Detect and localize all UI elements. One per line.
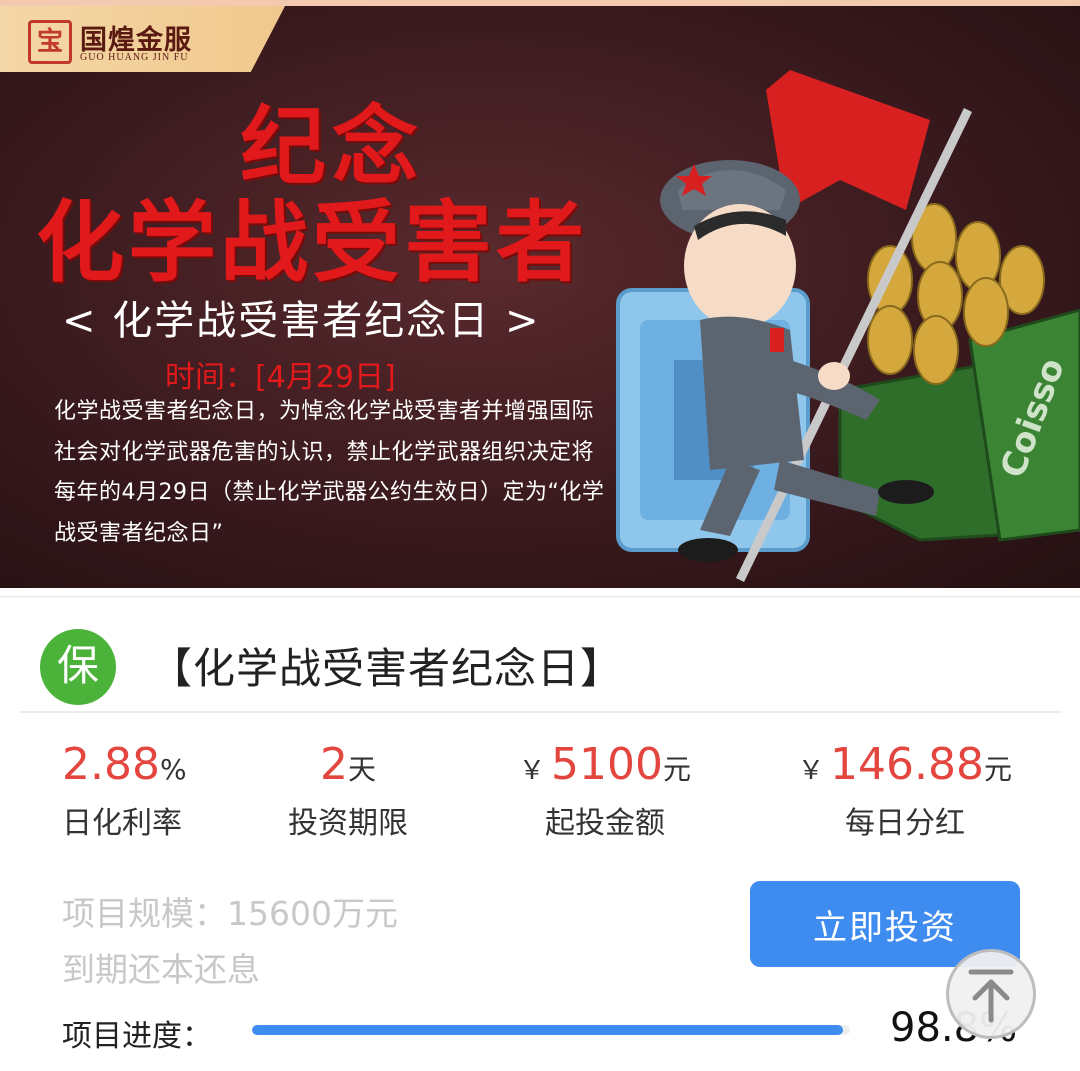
stat-daily-dividend: ￥ 146.88元 每日分红 — [790, 739, 1020, 842]
promo-banner[interactable]: 宝 国煌金服 GUO HUANG JIN FU 纪念 化学战受害者 < 化学战受… — [0, 0, 1080, 588]
stat-min-investment: ￥ 5100元 起投金额 — [510, 739, 700, 842]
stat-unit: 天 — [347, 753, 376, 786]
product-title: 【化学战受害者纪念日】 — [150, 644, 624, 693]
stat-value: 146.88 — [830, 739, 984, 790]
soldier-illustration: Coisso — [616, 70, 1080, 582]
guarantee-badge: 保 — [40, 629, 116, 705]
stat-term: 2天 投资期限 — [278, 739, 418, 842]
banner-description: 化学战受害者纪念日，为悼念化学战受害者并增强国际社会对化学武器危害的认识，禁止化… — [54, 399, 605, 546]
stat-value: 2.88 — [62, 739, 160, 790]
brand-logo: 宝 国煌金服 GUO HUANG JIN FU — [0, 6, 285, 72]
back-to-top-button[interactable] — [946, 949, 1036, 1039]
stat-label: 起投金额 — [545, 806, 665, 841]
stat-label: 投资期限 — [288, 806, 408, 841]
repayment-method: 到期还本还息 — [62, 950, 260, 989]
stat-daily-rate: 2.88% 日化利率 — [62, 739, 202, 842]
brand-mark-icon: 宝 — [28, 20, 72, 64]
brand-name-en: GUO HUANG JIN FU — [80, 52, 189, 63]
stat-unit: % — [159, 753, 187, 786]
stat-unit: 元 — [662, 753, 691, 786]
banner-title-line2: 化学战受害者 — [36, 191, 589, 294]
top-strip — [0, 0, 1080, 6]
product-card[interactable]: 保 【化学战受害者纪念日】 2.88% 日化利率 2天 投资期限 ￥ 5100元 … — [0, 596, 1080, 1071]
stat-value: 5100 — [551, 739, 663, 790]
divider — [20, 711, 1062, 713]
time-value: [4月29日] — [255, 360, 396, 395]
banner-date: 时间：[4月29日] — [165, 352, 396, 396]
stat-label: 日化利率 — [62, 806, 182, 841]
stat-label: 每日分红 — [845, 806, 965, 841]
project-scale: 项目规模：15600万元 — [62, 894, 398, 933]
stat-prefix: ￥ — [798, 756, 825, 786]
stat-prefix: ￥ — [518, 756, 545, 786]
stat-unit: 元 — [983, 753, 1012, 786]
banner-subtitle: < 化学战受害者纪念日 > — [62, 298, 541, 344]
progress-bar — [252, 1025, 850, 1035]
progress-label: 项目进度： — [62, 1019, 212, 1054]
arrow-up-icon — [968, 969, 1014, 1023]
progress-fill — [252, 1025, 843, 1035]
stat-value: 2 — [319, 739, 348, 790]
time-label: 时间： — [165, 360, 255, 395]
